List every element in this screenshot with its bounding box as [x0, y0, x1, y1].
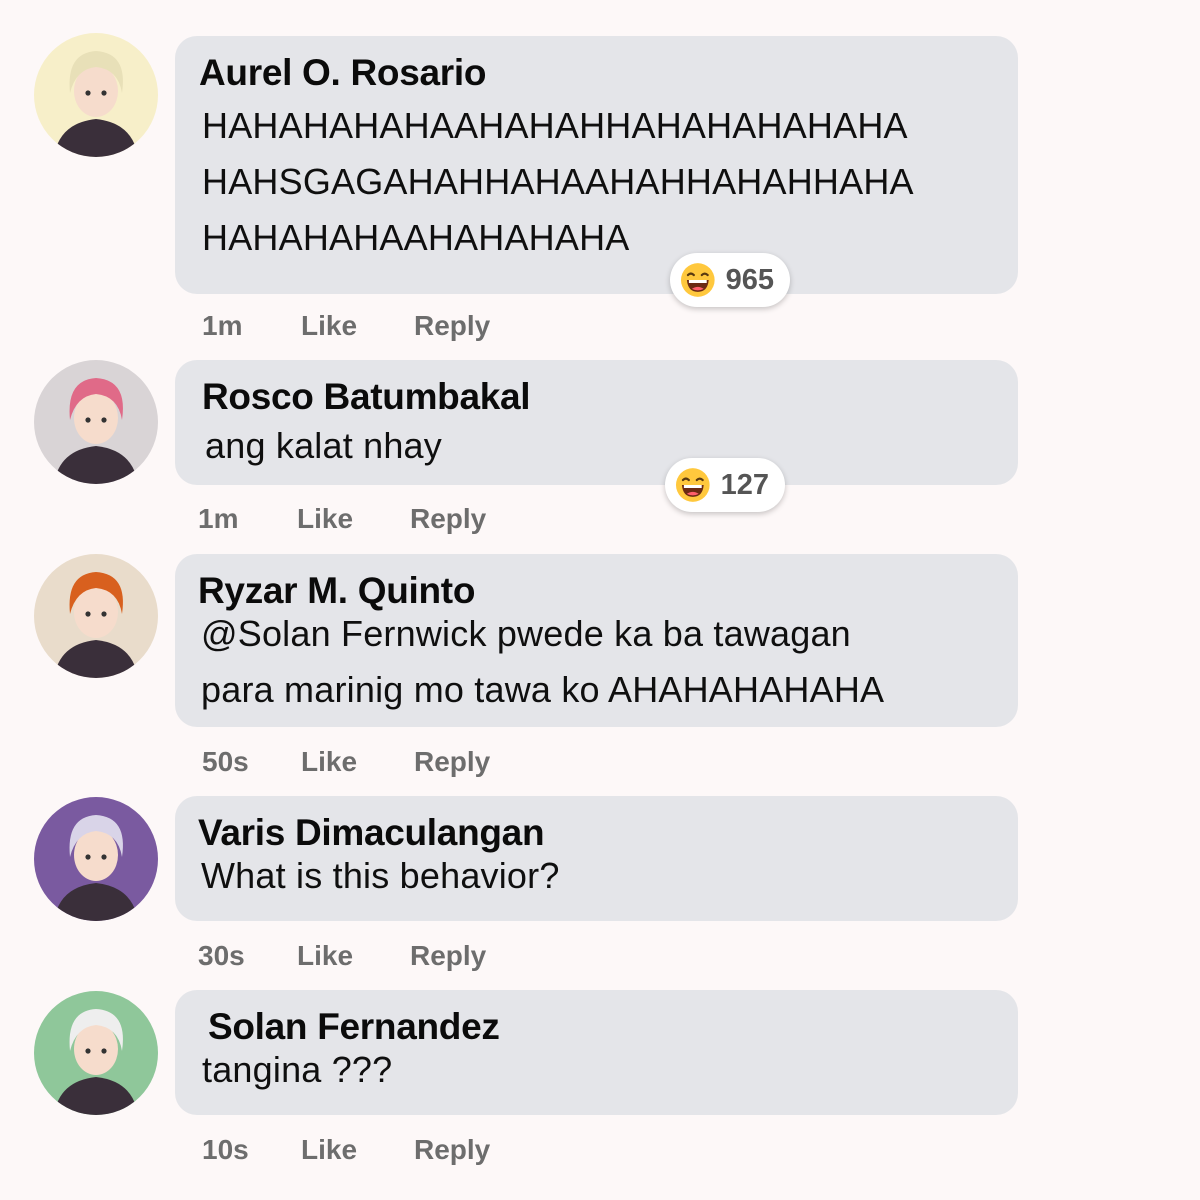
comment-bubble: Ryzar M. Quinto @Solan Fernwick pwede ka … [175, 554, 1018, 727]
reaction-pill[interactable]: 965 [670, 253, 790, 307]
comment-text: @Solan Fernwick pwede ka ba tawagan para… [201, 613, 885, 710]
reaction-count: 965 [725, 263, 774, 296]
timestamp: 30s [198, 940, 245, 971]
avatar-orange-hair-character-icon [34, 554, 158, 678]
avatar-blonde-character-icon [34, 33, 158, 157]
avatar[interactable] [34, 554, 158, 678]
like-button[interactable]: Like [301, 310, 357, 342]
laughing-emoji-icon [675, 468, 710, 502]
avatar[interactable] [34, 797, 158, 921]
like-button[interactable]: Like [301, 1134, 357, 1166]
avatar[interactable] [34, 33, 158, 157]
comment-text: HAHAHAHAHAAHAHAHHAHAHAHAHAHA HAHSGAGAHAH… [202, 105, 914, 258]
reply-button[interactable]: Reply [414, 746, 490, 778]
avatar[interactable] [34, 991, 158, 1115]
avatar-pink-hair-character-icon [34, 360, 158, 484]
avatar-hooded-character-icon [34, 991, 158, 1115]
comment-bubble: Rosco Batumbakal ang kalat nhay [175, 360, 1018, 485]
reply-button[interactable]: Reply [410, 940, 486, 972]
timestamp: 1m [198, 503, 239, 534]
comment-bubble: Aurel O. Rosario HAHAHAHAHAAHAHAHHAHAHAHA… [175, 36, 1018, 294]
comment-text: tangina ??? [202, 1049, 393, 1090]
like-button[interactable]: Like [297, 940, 353, 972]
comment-text: What is this behavior? [201, 855, 560, 896]
comment-author[interactable]: Aurel O. Rosario [199, 52, 486, 94]
avatar[interactable] [34, 360, 158, 484]
timestamp: 1m [202, 310, 243, 341]
comment-text: ang kalat nhay [205, 425, 442, 466]
laughing-emoji-icon [680, 263, 715, 297]
timestamp: 50s [202, 746, 249, 777]
comment-bubble: Solan Fernandez tangina ??? [175, 990, 1018, 1115]
comment-bubble: Varis Dimaculangan What is this behavior? [175, 796, 1018, 921]
timestamp: 10s [202, 1134, 249, 1165]
reply-button[interactable]: Reply [414, 1134, 490, 1166]
reaction-count: 127 [720, 468, 769, 501]
comment-author[interactable]: Rosco Batumbakal [202, 376, 531, 418]
avatar-silver-hair-character-icon [34, 797, 158, 921]
reply-button[interactable]: Reply [414, 310, 490, 342]
like-button[interactable]: Like [297, 503, 353, 535]
reply-button[interactable]: Reply [410, 503, 486, 535]
like-button[interactable]: Like [301, 746, 357, 778]
reaction-pill[interactable]: 127 [665, 458, 785, 512]
